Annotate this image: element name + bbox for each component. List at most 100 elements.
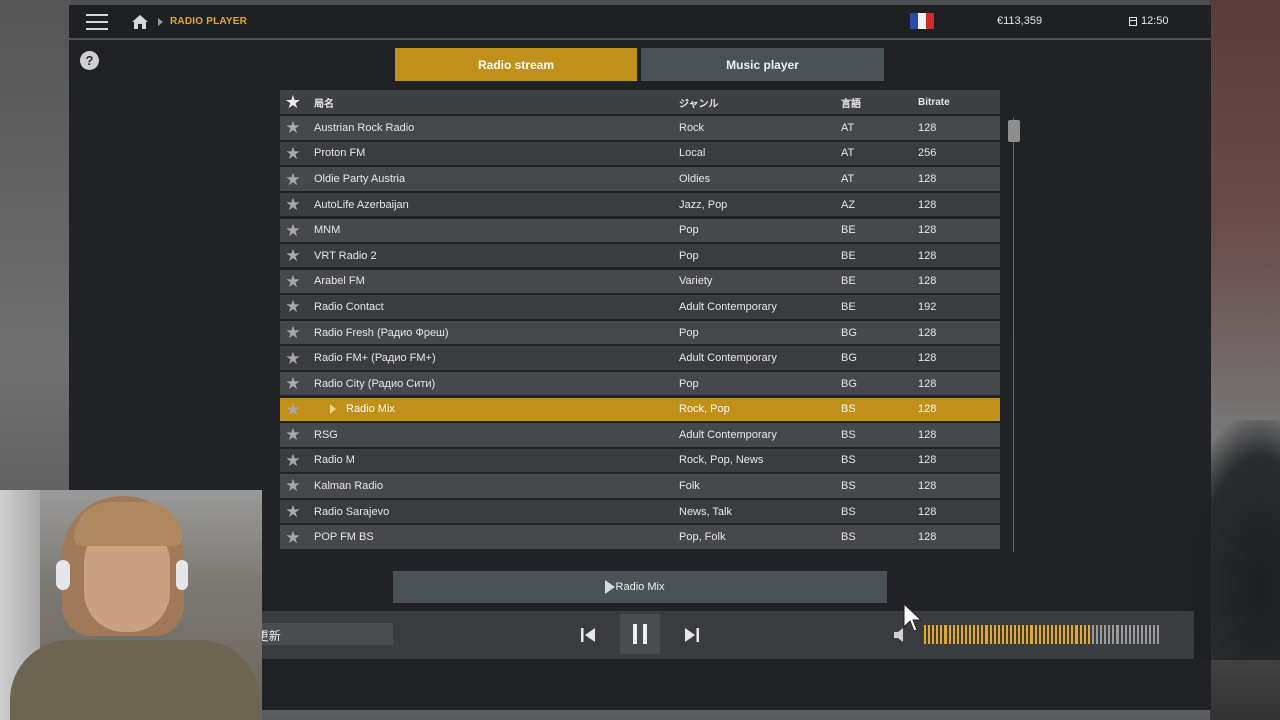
favorite-star-icon[interactable]: ★: [280, 196, 306, 213]
table-row[interactable]: ★ AutoLife Azerbaijan Jazz, Pop AZ 128: [280, 192, 1000, 217]
volume-segment: [1005, 625, 1008, 644]
table-row[interactable]: ★ MNM Pop BE 128: [280, 218, 1000, 242]
table-row[interactable]: ★ Proton FM Local AT 256: [280, 141, 1000, 166]
favorite-star-icon[interactable]: ★: [280, 298, 306, 315]
favorite-star-icon[interactable]: ★: [280, 477, 306, 494]
now-playing-station: Radio Mix: [615, 581, 665, 593]
station-language: AT: [841, 147, 855, 160]
station-bitrate: 128: [918, 275, 937, 288]
volume-segment: [1128, 625, 1131, 644]
station-language: BS: [841, 428, 856, 441]
table-row[interactable]: ★ VRT Radio 2 Pop BE 128: [280, 244, 1000, 268]
favorite-star-icon[interactable]: ★: [280, 145, 306, 162]
station-language: AZ: [841, 198, 856, 211]
tab-music-player[interactable]: Music player: [641, 48, 884, 81]
volume-segment: [1038, 625, 1041, 644]
volume-segment: [1100, 625, 1103, 644]
table-row[interactable]: ★ Arabel FM Variety BE 128: [280, 269, 1000, 294]
table-row[interactable]: ★ Oldie Party Austria Oldies AT 128: [280, 167, 1000, 191]
table-row[interactable]: ★ Radio M Rock, Pop, News BS 128: [280, 448, 1000, 473]
favorite-column-star-icon[interactable]: ★: [280, 93, 306, 111]
favorite-star-icon[interactable]: ★: [280, 529, 306, 546]
favorite-star-icon[interactable]: ★: [280, 452, 306, 469]
station-bitrate: 128: [918, 454, 937, 467]
station-name-text: Austrian Rock Radio: [314, 121, 415, 134]
column-header-bitrate[interactable]: Bitrate: [915, 97, 1000, 108]
favorite-star-icon[interactable]: ★: [280, 119, 306, 136]
volume-segment: [1079, 625, 1082, 644]
volume-segment: [1063, 625, 1066, 644]
favorite-star-icon[interactable]: ★: [280, 503, 306, 520]
column-header-name[interactable]: 局名: [306, 95, 672, 110]
volume-segment: [1055, 625, 1058, 644]
home-icon[interactable]: [125, 5, 155, 38]
pause-icon-bar-right: [643, 624, 647, 644]
favorite-star-icon[interactable]: ★: [280, 247, 306, 264]
station-name-text: AutoLife Azerbaijan: [314, 198, 409, 211]
volume-segment: [1104, 625, 1107, 644]
volume-segment: [1116, 625, 1119, 644]
hamburger-menu-icon[interactable]: [69, 5, 125, 38]
station-genre: Folk: [679, 479, 700, 492]
station-language: BE: [841, 224, 856, 237]
now-playing-play-icon: [605, 580, 615, 594]
volume-segment: [1157, 625, 1160, 644]
favorite-star-icon[interactable]: ★: [280, 273, 306, 290]
column-header-genre[interactable]: ジャンル: [672, 95, 834, 110]
table-row[interactable]: ★ Radio Fresh (Радио Фреш) Pop BG 128: [280, 320, 1000, 345]
money-display: €113,359: [997, 15, 1043, 27]
volume-segment: [1124, 625, 1127, 644]
table-row[interactable]: ★ RSG Adult Contemporary BS 128: [280, 423, 1000, 447]
help-icon[interactable]: ?: [80, 51, 99, 70]
previous-track-button[interactable]: [576, 620, 600, 650]
favorite-star-icon[interactable]: ★: [280, 375, 306, 392]
table-row[interactable]: ★ Austrian Rock Radio Rock AT 128: [280, 116, 1000, 140]
table-row[interactable]: ★ Radio Contact Adult Contemporary BE 192: [280, 295, 1000, 319]
station-name: VRT Radio 2: [306, 250, 672, 262]
favorite-star-icon[interactable]: ★: [280, 350, 306, 367]
next-track-button[interactable]: [680, 620, 704, 650]
table-row[interactable]: ★ Kalman Radio Folk BS 128: [280, 474, 1000, 498]
station-bitrate: 128: [918, 479, 937, 492]
column-header-language[interactable]: 言語: [834, 95, 915, 110]
table-row[interactable]: ★ Radio City (Радио Сити) Pop BG 128: [280, 371, 1000, 396]
station-genre: Local: [679, 147, 706, 160]
station-name-text: MNM: [314, 224, 341, 237]
volume-segment: [981, 625, 984, 644]
volume-segment: [936, 625, 939, 644]
headphone-left: [56, 560, 70, 590]
station-bitrate: 128: [918, 173, 937, 186]
favorite-star-icon[interactable]: ★: [280, 324, 306, 341]
table-row[interactable]: ★ Radio Sarajevo News, Talk BS 128: [280, 499, 1000, 524]
station-name: MNM: [306, 224, 672, 236]
tab-radio-stream[interactable]: Radio stream: [395, 48, 637, 81]
volume-segment: [1112, 625, 1115, 644]
favorite-star-icon[interactable]: ★: [280, 222, 306, 239]
scrollbar-thumb[interactable]: [1008, 120, 1020, 142]
calendar-icon: [1129, 16, 1137, 26]
table-row[interactable]: ★ Radio Mix Rock, Pop BS 128: [280, 397, 1000, 421]
station-language: BS: [841, 454, 856, 467]
favorite-star-icon[interactable]: ★: [280, 401, 306, 418]
station-genre: Rock: [679, 121, 705, 134]
favorite-star-icon[interactable]: ★: [280, 171, 306, 188]
table-row[interactable]: ★ POP FM BS Pop, Folk BS 128: [280, 525, 1000, 549]
volume-segment: [1075, 625, 1078, 644]
volume-segment: [1067, 625, 1070, 644]
volume-segment: [964, 625, 968, 644]
table-row[interactable]: ★ Radio FM+ (Радио FM+) Adult Contemporary…: [280, 346, 1000, 370]
favorite-star-icon[interactable]: ★: [280, 426, 306, 443]
station-name-text: Radio Contact: [314, 300, 384, 313]
station-bitrate: 128: [918, 352, 937, 365]
station-genre: Pop, Folk: [679, 531, 726, 544]
volume-segment: [977, 625, 980, 644]
station-language: BE: [841, 300, 856, 313]
volume-slider[interactable]: [924, 625, 1180, 644]
volume-segment: [1071, 625, 1074, 644]
france-flag-icon: [910, 13, 934, 29]
volume-segment: [956, 625, 959, 644]
pause-button[interactable]: [620, 614, 660, 654]
station-name: Radio City (Радио Сити): [306, 378, 672, 390]
station-name: Radio Contact: [306, 301, 672, 313]
volume-segment: [1087, 625, 1090, 644]
